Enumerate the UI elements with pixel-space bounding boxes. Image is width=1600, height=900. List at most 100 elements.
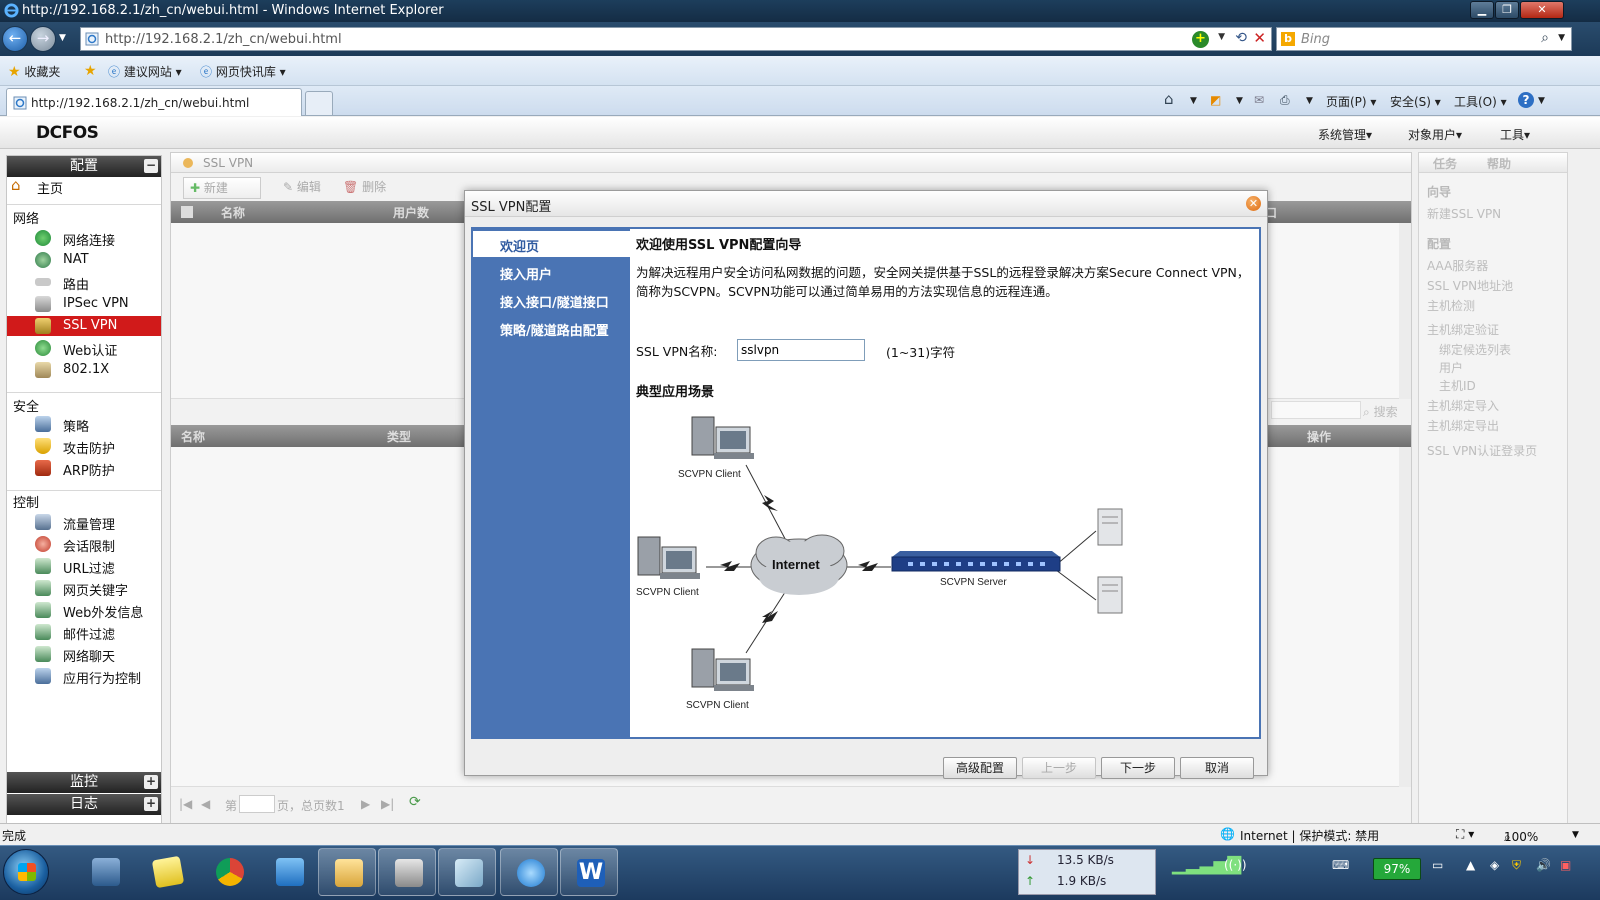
select-all-checkbox[interactable]: [181, 206, 193, 218]
search-icon[interactable]: ⌕: [1541, 30, 1549, 46]
sidebar-item-8021x[interactable]: 802.1X: [7, 360, 161, 380]
log-section-header[interactable]: 日志 +: [7, 794, 161, 815]
feeds-icon[interactable]: ◩: [1210, 93, 1221, 107]
taskbar-app-chrome[interactable]: [200, 848, 258, 896]
sidebar-item-web-auth[interactable]: Web认证: [7, 338, 161, 359]
network-status-icon[interactable]: ▣: [1560, 858, 1571, 872]
stop-icon[interactable]: ✕: [1253, 29, 1266, 47]
collapse-icon[interactable]: −: [144, 159, 158, 173]
page-menu[interactable]: 页面(P) ▾: [1326, 93, 1376, 110]
forward-button[interactable]: →: [30, 26, 56, 52]
close-icon[interactable]: ✕: [1246, 196, 1261, 211]
suggested-sites-link[interactable]: ⓔ 建议网站 ▾: [108, 63, 182, 80]
taskbar-app-word[interactable]: W: [560, 848, 618, 896]
address-url[interactable]: http://192.168.2.1/zh_cn/webui.html: [105, 32, 342, 47]
grid2-search-input[interactable]: [1271, 401, 1361, 419]
refresh-icon[interactable]: ⟲: [1235, 30, 1247, 46]
help-icon[interactable]: ?: [1518, 92, 1534, 108]
step-policy-routing[interactable]: 策略/隧道路由配置: [473, 315, 630, 341]
link-aaa-server[interactable]: AAA服务器: [1427, 257, 1488, 274]
column-type[interactable]: 类型: [387, 428, 411, 445]
sidebar-item-mail-filter[interactable]: 邮件过滤: [7, 622, 161, 643]
wireless-icon[interactable]: ((·)): [1224, 858, 1247, 872]
tab-help[interactable]: 帮助: [1487, 155, 1511, 172]
sidebar-item-session-limit[interactable]: 会话限制: [7, 534, 161, 555]
battery-indicator[interactable]: 97%: [1373, 858, 1421, 880]
next-button[interactable]: 下一步: [1101, 757, 1175, 779]
prev-page-icon[interactable]: ◀: [201, 797, 210, 811]
sidebar-item-attack-defense[interactable]: 攻击防护: [7, 436, 161, 457]
print-dropdown-icon[interactable]: ▼: [1306, 96, 1313, 106]
ssl-vpn-name-input[interactable]: [737, 339, 865, 361]
grid2-scrollbar[interactable]: [1399, 447, 1411, 787]
sidebar-item-app-behavior-control[interactable]: 应用行为控制: [7, 666, 161, 687]
delete-button[interactable]: 🗑 删除: [343, 177, 386, 199]
safety-menu[interactable]: 安全(S) ▾: [1390, 93, 1441, 110]
link-host-id[interactable]: 主机ID: [1439, 377, 1476, 394]
browser-tab[interactable]: http://192.168.2.1/zh_cn/webui.html: [6, 88, 302, 116]
sidebar-item-arp-defense[interactable]: ARP防护: [7, 458, 161, 479]
maximize-button[interactable]: ❐: [1495, 1, 1519, 19]
column-user-count[interactable]: 用户数: [393, 204, 429, 221]
link-binding-import[interactable]: 主机绑定导入: [1427, 397, 1499, 414]
compatibility-icon[interactable]: +: [1192, 31, 1209, 48]
first-page-icon[interactable]: |◀: [179, 797, 192, 811]
address-dropdown-icon[interactable]: ▼: [1218, 32, 1225, 42]
link-host-check[interactable]: 主机检测: [1427, 297, 1475, 314]
security-zone[interactable]: Internet | 保护模式: 禁用: [1240, 827, 1379, 844]
address-bar[interactable]: http://192.168.2.1/zh_cn/webui.html + ▼ …: [80, 27, 1272, 51]
antivirus-icon[interactable]: ◈: [1490, 858, 1499, 872]
column-name[interactable]: 名称: [221, 204, 245, 221]
menu-object-users[interactable]: 对象用户▾: [1408, 126, 1462, 143]
minimize-button[interactable]: ▁: [1470, 1, 1494, 19]
sidebar-item-network-connection[interactable]: 网络连接: [7, 228, 161, 249]
taskbar-app-notes[interactable]: [138, 848, 196, 896]
menu-tools[interactable]: 工具▾: [1500, 126, 1530, 143]
taskbar-app-explorer[interactable]: [318, 848, 376, 896]
edit-button[interactable]: ✎ 编辑: [283, 177, 321, 199]
power-icon[interactable]: ▭: [1432, 858, 1443, 872]
grid1-scrollbar[interactable]: [1399, 223, 1411, 399]
sidebar-item-home[interactable]: ⌂ 主页: [7, 176, 161, 198]
menu-system-management[interactable]: 系统管理▾: [1318, 126, 1372, 143]
next-page-icon[interactable]: ▶: [361, 797, 370, 811]
sidebar-item-policy[interactable]: 策略: [7, 414, 161, 435]
feeds-dropdown-icon[interactable]: ▼: [1236, 96, 1243, 106]
page-number-input[interactable]: [239, 795, 275, 813]
web-slice-gallery-link[interactable]: ⓔ 网页快讯库 ▾: [200, 63, 286, 80]
history-dropdown-icon[interactable]: ▼: [59, 33, 66, 43]
favorites-button[interactable]: ★ 收藏夹: [8, 63, 60, 80]
prev-button[interactable]: 上一步: [1022, 757, 1096, 779]
step-access-users[interactable]: 接入用户: [473, 259, 630, 285]
taskbar-app-computer[interactable]: [76, 848, 134, 896]
start-button[interactable]: [3, 849, 49, 895]
column-actions[interactable]: 操作: [1307, 428, 1331, 445]
link-host-binding-verify[interactable]: 主机绑定验证: [1427, 321, 1499, 338]
refresh-icon[interactable]: ⟳: [409, 794, 421, 810]
link-users[interactable]: 用户: [1439, 359, 1463, 376]
sidebar-item-web-outbound-info[interactable]: Web外发信息: [7, 600, 161, 621]
step-interface-tunnel[interactable]: 接入接口/隧道接口: [473, 287, 630, 313]
sidebar-item-web-keyword[interactable]: 网页关键字: [7, 578, 161, 599]
zoom-dropdown-icon[interactable]: ▼: [1572, 830, 1579, 840]
keyboard-icon[interactable]: ⌨: [1332, 858, 1349, 872]
show-hidden-icons[interactable]: ▲: [1466, 858, 1475, 872]
mail-icon[interactable]: ✉: [1254, 93, 1264, 107]
print-icon[interactable]: ⎙: [1280, 93, 1290, 108]
help-dropdown-icon[interactable]: ▼: [1538, 96, 1545, 106]
new-tab-button[interactable]: [305, 91, 333, 115]
expand-icon[interactable]: +: [144, 775, 158, 789]
sidebar-item-url-filter[interactable]: URL过滤: [7, 556, 161, 577]
security-shield-icon[interactable]: ⛨: [1512, 858, 1521, 873]
home-icon[interactable]: ⌂: [1164, 90, 1174, 108]
sidebar-item-nat[interactable]: NAT: [7, 250, 161, 270]
search-input[interactable]: Bing: [1301, 32, 1330, 47]
back-button[interactable]: ←: [2, 26, 28, 52]
new-button[interactable]: ✚ 新建: [183, 177, 261, 199]
monitor-section-header[interactable]: 监控 +: [7, 772, 161, 793]
tab-tasks[interactable]: 任务: [1433, 155, 1457, 172]
link-address-pool[interactable]: SSL VPN地址池: [1427, 277, 1513, 294]
expand-icon[interactable]: +: [144, 797, 158, 811]
search-box[interactable]: b Bing ⌕ ▼: [1276, 27, 1572, 51]
step-welcome[interactable]: 欢迎页: [473, 231, 630, 257]
